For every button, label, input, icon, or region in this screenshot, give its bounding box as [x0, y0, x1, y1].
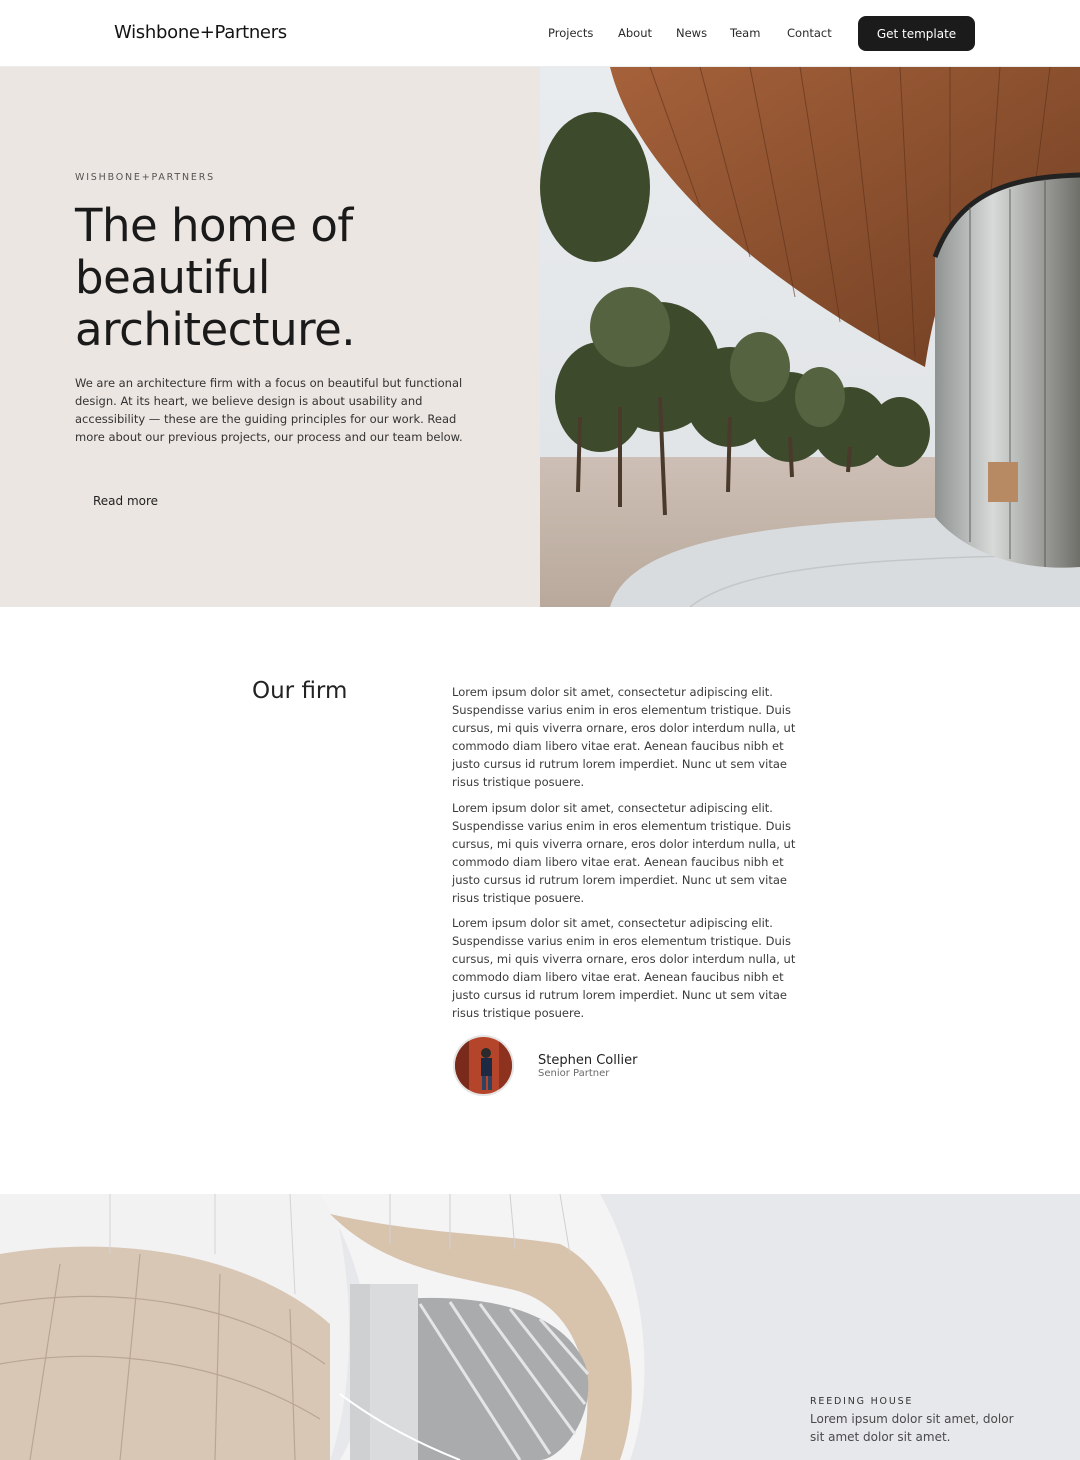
nav-link-contact[interactable]: Contact: [787, 26, 832, 40]
hero-architecture-illustration: [540, 67, 1080, 607]
top-nav: Wishbone+Partners Projects About News Te…: [0, 0, 1080, 67]
read-more-link[interactable]: Read more: [93, 494, 158, 508]
nav-link-about[interactable]: About: [618, 26, 652, 40]
avatar: [453, 1035, 514, 1096]
firm-paragraph-3: Lorem ipsum dolor sit amet, consectetur …: [452, 916, 796, 1020]
hero-eyebrow: WISHBONE+PARTNERS: [75, 172, 215, 183]
firm-paragraph-1: Lorem ipsum dolor sit amet, consectetur …: [452, 685, 796, 789]
project-eyebrow: REEDING HOUSE: [810, 1396, 914, 1407]
project-description: Lorem ipsum dolor sit amet, dolor sit am…: [810, 1412, 1014, 1444]
hero-image: [540, 67, 1080, 607]
firm-paragraph-2: Lorem ipsum dolor sit amet, consectetur …: [452, 801, 796, 905]
nav-link-team[interactable]: Team: [730, 26, 760, 40]
nav-link-projects[interactable]: Projects: [548, 26, 593, 40]
person-name: Stephen Collier: [538, 1053, 638, 1068]
nav-link-news[interactable]: News: [676, 26, 707, 40]
hero-description: We are an architecture firm with a focus…: [75, 376, 463, 444]
avatar-photo: [455, 1037, 512, 1094]
project-section: REEDING HOUSE Lorem ipsum dolor sit amet…: [0, 1194, 1080, 1460]
person-role: Senior Partner: [538, 1068, 610, 1079]
logo[interactable]: Wishbone+Partners: [114, 22, 287, 43]
get-template-button[interactable]: Get template: [858, 16, 975, 51]
hero-title: The home of beautiful architecture.: [75, 199, 356, 356]
firm-title: Our firm: [252, 678, 348, 704]
